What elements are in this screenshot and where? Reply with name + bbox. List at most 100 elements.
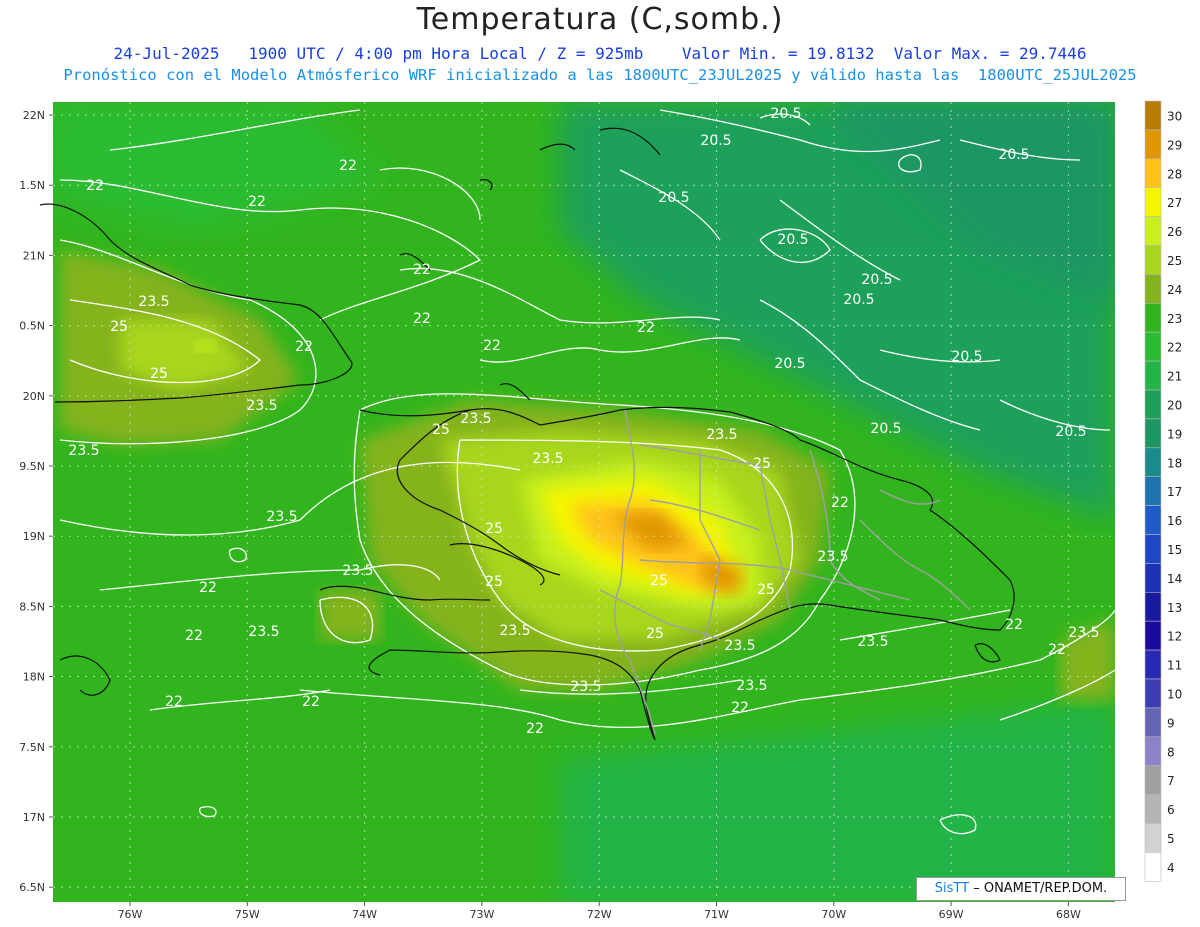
contour-label: 25 [432,422,450,438]
legend-swatch [1144,505,1162,535]
legend-label: 21 [1167,370,1182,384]
contour-label: 22 [526,721,544,737]
contour-label: 22 [339,158,357,174]
legend-swatch [1144,591,1162,622]
legend-swatch [1144,476,1162,506]
contour-label: 25 [110,319,128,335]
contour-label: 22 [1005,617,1023,633]
contour-label: 25 [485,574,503,590]
contour-label: 20.5 [1055,424,1086,440]
legend-swatch [1144,852,1162,882]
legend-swatch [1144,534,1162,564]
contour-label: 20.5 [658,190,689,206]
contour-label: 23.5 [68,443,99,459]
contour-label: 25 [646,626,664,642]
legend-swatch [1144,418,1162,449]
legend-label: 25 [1167,254,1182,268]
contour-label: 22 [413,311,431,327]
legend-swatch [1144,794,1162,824]
legend-swatch [1144,245,1162,275]
contour-label: 20.5 [777,232,808,248]
contour-label: 20.5 [774,356,805,372]
legend-swatch [1144,129,1162,160]
contour-label: 20.5 [998,147,1029,163]
legend-label: 11 [1167,659,1182,673]
lon-label: 70W [821,908,846,921]
legend-label: 15 [1167,543,1182,557]
legend-swatch [1144,158,1162,189]
lon-label: 75W [235,908,260,921]
contour-label: 23.5 [532,451,563,467]
lat-label: 1.5N [19,179,45,192]
lon-label: 68W [1056,908,1081,921]
temperature-map: 22 22 22 22 22 22 22 22 22 22 22 22 22 22 22 22 22 20.5 20… [19,100,1182,921]
lon-label: 76W [118,908,143,921]
lat-label: 17N [23,811,45,824]
legend-swatch [1144,389,1162,420]
contour-label: 23.5 [724,638,755,654]
legend-label: 20 [1167,398,1182,412]
legend-label: 4 [1167,861,1175,875]
contour-label: 23.5 [817,549,848,565]
contour-label: 23.5 [736,678,767,694]
legend-swatch [1144,678,1162,709]
contour-label: 23.5 [246,398,277,414]
contour-label: 23.5 [138,294,169,310]
legend-swatch [1144,302,1162,333]
longitude-labels: 76W 75W 74W 73W 72W 71W 70W 69W 68W [118,908,1081,921]
shaded-field [53,102,1115,902]
contour-label: 23.5 [1068,625,1099,641]
contour-label: 20.5 [843,292,874,308]
lat-label: 7.5N [19,741,45,754]
contour-label: 23.5 [706,427,737,443]
lat-label: 8.5N [19,600,45,613]
lat-label: 9.5N [19,460,45,473]
color-legend: 30 29 28 27 26 25 24 23 22 21 20 19 18 17 16 15 14 13 12 11… [1144,100,1182,882]
legend-swatch [1144,274,1162,304]
legend-label: 28 [1167,167,1182,181]
contour-label: 22 [413,262,431,278]
contour-label: 23.5 [248,624,279,640]
legend-label: 18 [1167,456,1182,470]
legend-label: 26 [1167,225,1182,239]
lat-label: 0.5N [19,320,45,333]
lat-label: 22N [23,109,45,122]
contour-label: 22 [185,628,203,644]
contour-label: 22 [302,694,320,710]
contour-label: 23.5 [570,679,601,695]
legend-swatch [1144,823,1162,853]
legend-label: 14 [1167,572,1182,586]
legend-swatch [1144,620,1162,651]
contour-label: 25 [150,366,168,382]
contour-label: 22 [86,178,104,194]
contour-label: 23.5 [499,623,530,639]
legend-label: 10 [1167,687,1182,701]
legend-label: 16 [1167,514,1182,528]
contour-label: 20.5 [700,133,731,149]
contour-label: 22 [295,339,313,355]
legend-label: 7 [1167,774,1175,788]
legend-label: 9 [1167,716,1175,730]
lon-label: 71W [704,908,729,921]
legend-label: 22 [1167,341,1182,355]
contour-label: 20.5 [861,272,892,288]
legend-label: 23 [1167,312,1182,326]
lon-label: 73W [469,908,494,921]
contour-label: 23.5 [857,634,888,650]
contour-label: 22 [1048,642,1066,658]
legend-swatch [1144,360,1162,391]
legend-label: 19 [1167,427,1182,441]
legend-label: 17 [1167,485,1182,499]
lat-label: 20N [23,390,45,403]
contour-label: 25 [753,456,771,472]
contour-label: 20.5 [870,421,901,437]
credit-brand: SisTT [934,881,970,896]
latitude-labels: 22N 1.5N 21N 0.5N 20N 9.5N 19N 8.5N 18N 7.5N 17N 6.… [19,109,45,894]
legend-label: 27 [1167,196,1182,210]
contour-label: 22 [483,338,501,354]
legend-swatch [1144,187,1162,217]
credit-source: – ONAMET/REP.DOM. [973,881,1108,896]
contour-label: 22 [731,700,749,716]
legend-swatch [1144,765,1162,795]
contour-label: 20.5 [951,349,982,365]
